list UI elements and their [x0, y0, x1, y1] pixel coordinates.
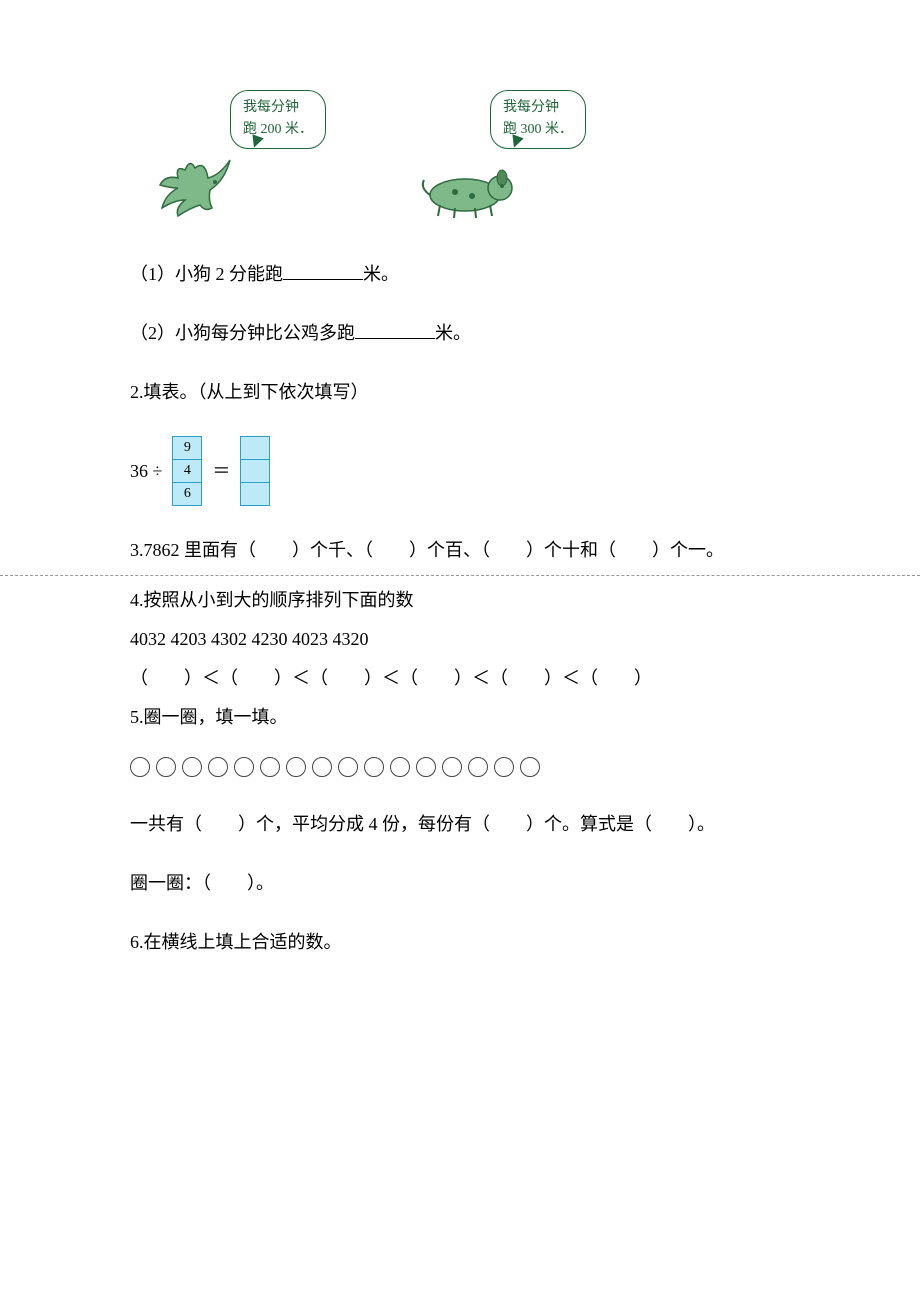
- circle-row: [130, 751, 790, 780]
- circle-icon: [130, 757, 150, 777]
- worksheet-page: 我每分钟 跑 200 米． 我每分钟 跑 300 米． （1）小狗 2 分能跑米…: [0, 0, 920, 1027]
- circle-icon: [494, 757, 514, 777]
- speech-bubble-chicken: 我每分钟 跑 200 米．: [230, 90, 326, 149]
- text: 米。: [435, 323, 471, 343]
- dog-icon: [410, 150, 520, 220]
- circle-icon: [208, 757, 228, 777]
- circle-icon: [468, 757, 488, 777]
- cell: 9: [173, 437, 201, 460]
- answer-cell[interactable]: [241, 483, 269, 505]
- fill-blank[interactable]: [355, 338, 435, 339]
- speech-bubble-dog: 我每分钟 跑 300 米．: [490, 90, 586, 149]
- circle-icon: [286, 757, 306, 777]
- circle-icon: [416, 757, 436, 777]
- q2-title: 2.填表。（从上到下依次填写）: [130, 378, 790, 407]
- text: ＝: [212, 457, 230, 486]
- circle-icon: [260, 757, 280, 777]
- circle-icon: [182, 757, 202, 777]
- q1-part1: （1）小狗 2 分能跑 米。: [130, 260, 790, 289]
- circle-icon: [338, 757, 358, 777]
- bubble-text: 我每分钟: [503, 97, 573, 119]
- circle-icon: [156, 757, 176, 777]
- answer-cell[interactable]: [241, 437, 269, 460]
- answer-cell[interactable]: [241, 460, 269, 483]
- q4-title: 4.按照从小到大的顺序排列下面的数: [130, 586, 790, 615]
- text: （1）小狗 2 分能跑: [130, 264, 283, 284]
- illustration-row: 我每分钟 跑 200 米． 我每分钟 跑 300 米．: [130, 90, 790, 220]
- circle-icon: [520, 757, 540, 777]
- text: 36 ÷: [130, 457, 162, 486]
- q2-division-table: 36 ÷ 9 4 6 ＝: [130, 436, 790, 506]
- divider: [0, 575, 920, 576]
- q5-circle-label: 圈一圈：（ ）。: [130, 869, 790, 898]
- chicken-icon: [150, 150, 240, 220]
- q6: 6.在横线上填上合适的数。: [130, 928, 790, 957]
- cell: 6: [173, 483, 201, 505]
- text: （2）小狗每分钟比公鸡多跑: [130, 323, 355, 343]
- text: 米。: [363, 264, 399, 284]
- circle-icon: [442, 757, 462, 777]
- q4-compare: （ ）＜（ ）＜（ ）＜（ ）＜（ ）＜（ ）: [130, 664, 790, 693]
- fill-blank[interactable]: [283, 279, 363, 280]
- circle-icon: [364, 757, 384, 777]
- q1-part2: （2）小狗每分钟比公鸡多跑 米。: [130, 319, 790, 348]
- q4-numbers: 4032 4203 4302 4230 4023 4320: [130, 625, 790, 654]
- q3: 3.7862 里面有（ ）个千、（ ）个百、（ ）个十和（ ）个一。: [130, 536, 790, 565]
- q5-line: 一共有（ ）个，平均分成 4 份，每份有（ ）个。算式是（ ）。: [130, 810, 790, 839]
- circle-icon: [234, 757, 254, 777]
- circle-icon: [390, 757, 410, 777]
- cell: 4: [173, 460, 201, 483]
- answer-column: [240, 436, 270, 506]
- q5-title: 5.圈一圈，填一填。: [130, 703, 790, 732]
- circle-icon: [312, 757, 332, 777]
- divisor-column: 9 4 6: [172, 436, 202, 506]
- bubble-text: 我每分钟: [243, 97, 313, 119]
